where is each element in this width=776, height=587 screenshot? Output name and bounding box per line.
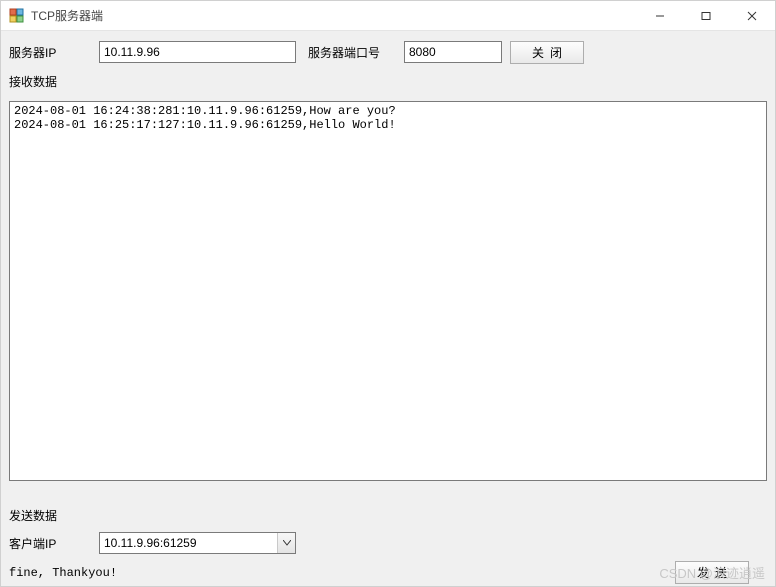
server-port-label: 服务器端口号 — [308, 44, 404, 61]
client-ip-combobox[interactable]: 10.11.9.96:61259 — [99, 532, 296, 554]
recv-section-label: 接收数据 — [9, 73, 767, 90]
recv-textarea[interactable]: 2024-08-01 16:24:38:281:10.11.9.96:61259… — [9, 101, 767, 481]
maximize-button[interactable] — [683, 1, 729, 31]
send-button[interactable]: 发送 — [675, 561, 749, 584]
chevron-down-icon — [277, 533, 295, 553]
send-section-label: 发送数据 — [9, 507, 767, 524]
send-section: 发送数据 客户端IP 10.11.9.96:61259 fine, Thanky… — [9, 499, 767, 580]
window-controls — [637, 1, 775, 30]
minimize-button[interactable] — [637, 1, 683, 31]
client-area: 服务器IP 服务器端口号 关闭 接收数据 — [1, 31, 775, 90]
app-icon — [9, 8, 25, 24]
server-port-input[interactable] — [404, 41, 502, 63]
server-ip-input[interactable] — [99, 41, 296, 63]
close-window-button[interactable] — [729, 1, 775, 31]
titlebar[interactable]: TCP服务器端 — [1, 1, 775, 31]
send-text-input[interactable]: fine, Thankyou! — [9, 560, 767, 580]
app-window: TCP服务器端 服务器IP 服务器端口号 关闭 接收数据 2024-08-01 … — [0, 0, 776, 587]
close-server-button[interactable]: 关闭 — [510, 41, 584, 64]
server-ip-label: 服务器IP — [9, 44, 99, 61]
client-ip-selected-value: 10.11.9.96:61259 — [100, 536, 277, 550]
window-title: TCP服务器端 — [31, 7, 637, 24]
server-config-row: 服务器IP 服务器端口号 关闭 — [9, 39, 767, 65]
client-ip-label: 客户端IP — [9, 535, 99, 552]
